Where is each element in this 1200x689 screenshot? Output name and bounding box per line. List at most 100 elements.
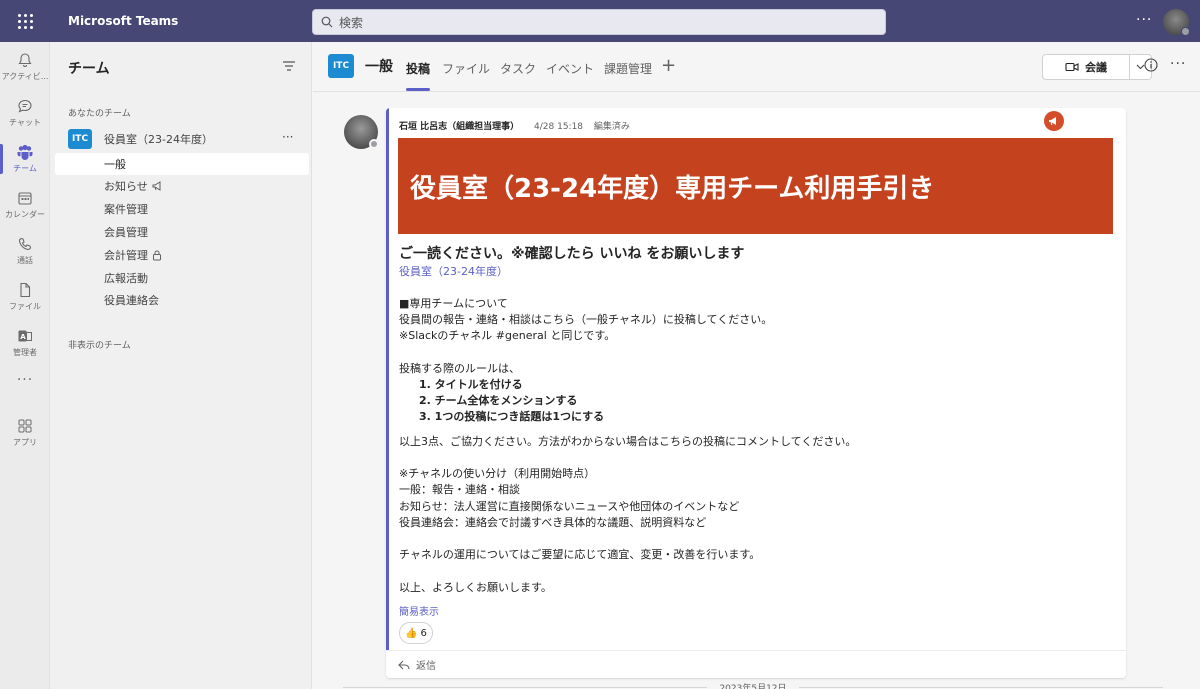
body-line: ※チャネルの使い分け（利用開始時点） [399,467,596,480]
team-name: 役員室（23-24年度） [104,133,213,146]
rail-item-activity[interactable]: アクティビ... [0,44,50,90]
channel-board-meeting[interactable]: 役員連絡会 [55,289,309,311]
app-launcher-button[interactable] [0,0,50,42]
channel-title: 一般 [365,59,393,75]
phone-icon [18,237,32,251]
channel-cases[interactable]: 案件管理 [55,198,309,220]
rail-label: アクティビ... [1,72,49,81]
body-line: ■専用チームについて [399,297,508,310]
channel-label: 会計管理 [104,249,148,262]
rail-item-files[interactable]: ファイル [0,274,50,320]
body-line: ※Slackのチャネル #general と同じです。 [399,329,616,342]
author-status-indicator [369,139,379,149]
team-mention-link[interactable]: 役員室（23-24年度） [399,263,508,279]
info-icon[interactable] [1144,58,1158,72]
rail-label: チャット [9,118,41,127]
channel-label: 一般 [104,158,126,171]
show-less-link[interactable]: 簡易表示 [399,603,439,618]
channel-announcements[interactable]: お知らせ [55,175,309,197]
channel-general[interactable]: 一般 [55,153,309,175]
sidebar-title: チーム [68,61,110,77]
chat-icon [18,99,32,113]
add-tab-button[interactable]: + [661,55,676,76]
body-line: 以上3点、ご協力ください。方法がわからない場合はこちらの投稿にコメントしてくださ… [399,435,857,448]
rail-item-admin[interactable]: A 管理者 [0,320,50,366]
search-icon [321,16,333,28]
teams-sidebar: チーム あなたのチーム ITC 役員室（23-24年度） ··· 一般 お知らせ… [50,42,312,689]
settings-more-button[interactable]: ··· [1136,12,1152,28]
video-camera-icon [1065,62,1079,72]
rail-label: アプリ [13,438,37,447]
rule-item: 1. タイトルを付ける [419,378,523,391]
admin-icon: A [18,330,32,342]
post-author[interactable]: 石垣 比呂志（組織担当理事） [399,122,519,132]
megaphone-icon [1049,117,1056,126]
apps-icon [18,419,32,433]
channel-more-button[interactable]: ··· [1170,56,1186,72]
rail-label: チーム [13,164,37,173]
channel-header: ITC 一般 投稿 ファイル タスク イベント 課題管理 + 会議 ··· [313,42,1200,92]
body-line: 役員連絡会：連絡会で討議すべき具体的な議題、説明資料など [399,516,707,529]
tab-files[interactable]: ファイル [442,60,490,77]
body-line: 投稿する際のルールは、 [399,362,520,375]
rail-label: ファイル [9,302,41,311]
rail-item-apps[interactable]: アプリ [0,410,50,456]
like-reaction-button[interactable]: 👍 6 [399,622,433,644]
channel-label: 役員連絡会 [104,294,159,307]
teams-icon [17,144,33,160]
post-subject: ご一読ください。※確認したら いいね をお願いします [399,246,745,262]
thumbs-up-icon: 👍 [405,627,418,639]
active-tab-indicator [406,88,430,91]
svg-text:A: A [20,333,26,341]
search-placeholder: 検索 [339,15,364,30]
meet-label: 会議 [1085,61,1107,74]
user-status-indicator [1181,27,1190,36]
megaphone-icon [152,181,161,191]
file-icon [20,282,31,298]
announcement-icon [1044,111,1064,131]
lock-icon [153,250,161,260]
app-title: Microsoft Teams [68,14,179,28]
body-line: 役員間の報告・連絡・相談はこちら（一般チャネル）に投稿してください。 [399,313,773,326]
more-apps-button[interactable]: ··· [0,372,50,388]
tab-tasks[interactable]: タスク [500,60,536,77]
date-divider-label: 2023年5月12日 [719,683,787,689]
channel-label: 会員管理 [104,226,148,239]
post-card: 石垣 比呂志（組織担当理事） 4/28 15:18 編集済み 役員室（23-24… [386,108,1126,678]
hidden-teams-heading[interactable]: 非表示のチーム [68,338,131,351]
rail-label: 管理者 [13,348,37,357]
reaction-count: 6 [420,627,427,639]
rail-item-calendar[interactable]: カレンダー [0,182,50,228]
team-logo: ITC [68,129,92,149]
channel-main: ITC 一般 投稿 ファイル タスク イベント 課題管理 + 会議 ··· 石垣… [313,42,1200,689]
rail-label: カレンダー [5,210,45,219]
channel-label: 案件管理 [104,203,148,216]
date-divider: 2023年5月12日 [343,683,1163,689]
body-line: 以上、よろしくお願いします。 [399,581,552,594]
channel-members[interactable]: 会員管理 [55,221,309,243]
bell-icon [18,53,32,67]
team-item[interactable]: ITC 役員室（23-24年度） ··· [68,128,308,150]
tab-events[interactable]: イベント [546,60,594,77]
rail-item-chat[interactable]: チャット [0,90,50,136]
meet-button[interactable]: 会議 [1042,54,1130,80]
calendar-icon [18,192,32,205]
tab-posts[interactable]: 投稿 [406,60,430,77]
channel-accounting[interactable]: 会計管理 [55,244,309,266]
reply-label: 返信 [416,661,436,672]
channel-label: 広報活動 [104,272,148,285]
rule-item: 2. チーム全体をメンションする [419,394,578,407]
reply-button[interactable]: 返信 [386,650,1126,678]
channel-pr[interactable]: 広報活動 [55,267,309,289]
rail-item-calls[interactable]: 通話 [0,228,50,274]
channel-label: お知らせ [104,180,148,193]
rail-item-teams[interactable]: チーム [0,136,50,182]
team-more-button[interactable]: ··· [282,130,293,144]
post-edited-label: 編集済み [593,122,630,132]
body-line: 一般：報告・連絡・相談 [399,483,520,496]
rule-item: 3. 1つの投稿につき話題は1つにする [419,410,605,423]
tab-issues[interactable]: 課題管理 [604,60,652,77]
rail-label: 通話 [17,256,33,265]
search-input[interactable]: 検索 [312,9,886,35]
filter-icon[interactable] [282,60,296,72]
